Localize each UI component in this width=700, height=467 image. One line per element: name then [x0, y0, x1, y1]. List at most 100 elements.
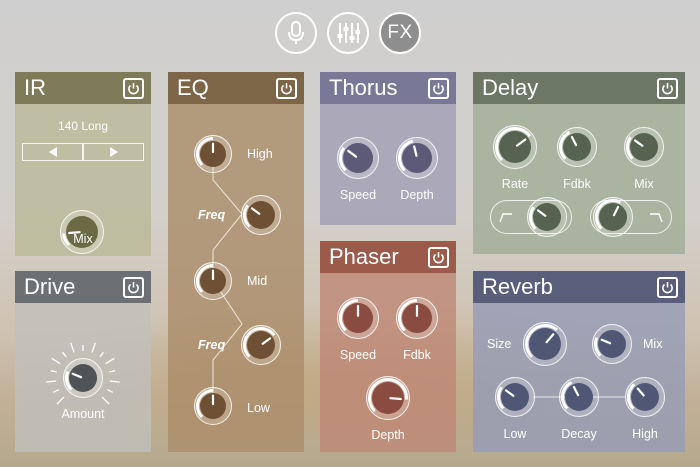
drive-tick — [50, 370, 57, 373]
eq-title: EQ — [177, 75, 209, 100]
knob-graphic — [523, 322, 567, 366]
knob-graphic — [527, 197, 567, 237]
thorus-body: Speed Depth — [320, 104, 456, 225]
thorus-depth-knob[interactable] — [396, 137, 438, 179]
drive-header: Drive — [15, 271, 151, 303]
phaser-panel: Phaser Speed Fdbk Depth — [320, 241, 456, 452]
delay-mix-label: Mix — [634, 177, 654, 191]
reverb-size-label: Size — [487, 337, 512, 351]
knob-body — [247, 331, 275, 359]
knob-body — [247, 201, 275, 229]
drive-tick — [61, 351, 67, 358]
phaser-speed-knob[interactable] — [337, 297, 379, 339]
eq-high-label: High — [247, 147, 273, 161]
knob-graphic — [624, 127, 664, 167]
eq-low-knob[interactable] — [194, 387, 232, 425]
eq-power-button[interactable] — [276, 78, 297, 99]
reverb-mix-knob[interactable] — [592, 324, 632, 364]
drive-power-button[interactable] — [123, 277, 144, 298]
delay-mix-knob[interactable] — [624, 127, 664, 167]
phaser-speed-label: Speed — [339, 348, 377, 362]
ir-panel: IR 140 Long Mix — [15, 72, 151, 256]
knob-graphic — [557, 127, 597, 167]
knob-body — [599, 203, 627, 231]
knob-graphic — [337, 137, 379, 179]
knob-body — [598, 330, 626, 358]
drive-panel: Drive Amount — [15, 271, 151, 452]
eq-low-label: Low — [247, 401, 270, 415]
drive-tick — [99, 351, 105, 358]
reverb-low-knob[interactable] — [495, 377, 535, 417]
knob-graphic — [559, 377, 599, 417]
knob-graphic — [241, 325, 281, 365]
ir-prev-button[interactable] — [22, 143, 83, 161]
eq-connector-lines — [212, 154, 243, 394]
thorus-power-button[interactable] — [428, 78, 449, 99]
drive-tick — [109, 370, 116, 373]
eq-mid-knob[interactable] — [194, 262, 232, 300]
eq-freq-label-2: Freq — [198, 338, 226, 352]
knob-graphic — [396, 297, 438, 339]
knob-graphic — [396, 137, 438, 179]
drive-body: Amount — [15, 303, 151, 452]
delay-body: Rate Fdbk Mix — [473, 104, 685, 254]
drive-tick — [109, 380, 120, 383]
phaser-fdbk-knob[interactable] — [396, 297, 438, 339]
phaser-depth-knob[interactable] — [366, 376, 410, 420]
knob-body — [499, 131, 531, 163]
ir-next-button[interactable] — [83, 143, 144, 161]
delay-fdbk-knob[interactable] — [557, 127, 597, 167]
drive-tick — [107, 389, 114, 393]
phaser-fdbk-label: Fdbk — [403, 348, 431, 362]
knob-graphic — [194, 135, 232, 173]
microphone-icon — [288, 21, 304, 44]
knob-graphic — [194, 387, 232, 425]
eq-high-knob[interactable] — [194, 135, 232, 173]
knob-body — [631, 383, 659, 411]
delay-lowcut-knob[interactable] — [527, 197, 567, 237]
ir-body: 140 Long Mix — [15, 104, 151, 256]
eq-freq2-knob[interactable] — [241, 325, 281, 365]
knob-body — [630, 133, 658, 161]
phaser-power-button[interactable] — [428, 247, 449, 268]
phaser-depth-label: Depth — [371, 428, 405, 442]
knob-graphic — [593, 197, 633, 237]
delay-highcut-knob[interactable] — [593, 197, 633, 237]
power-icon — [662, 282, 673, 294]
microphone-button[interactable] — [275, 12, 317, 54]
drive-amount-knob[interactable] — [63, 358, 103, 398]
phaser-body: Speed Fdbk Depth — [320, 273, 456, 452]
ir-mix-label: Mix — [73, 232, 93, 246]
drive-tick — [70, 342, 75, 353]
reverb-title: Reverb — [482, 274, 553, 299]
reverb-high-label: High — [632, 427, 658, 441]
knob-graphic — [194, 262, 232, 300]
drive-title: Drive — [24, 274, 76, 299]
power-icon — [433, 83, 444, 95]
knob-graphic — [495, 377, 535, 417]
reverb-high-knob[interactable] — [625, 377, 665, 417]
fx-label: FX — [387, 22, 413, 43]
phaser-header: Phaser — [320, 241, 456, 273]
power-icon — [662, 83, 673, 95]
knob-graphic — [493, 125, 537, 169]
knob-body — [565, 383, 593, 411]
knob-body — [402, 143, 432, 173]
thorus-speed-knob[interactable] — [337, 137, 379, 179]
delay-rate-knob[interactable] — [493, 125, 537, 169]
reverb-power-button[interactable] — [657, 277, 678, 298]
knob-graphic — [625, 377, 665, 417]
high-cut-icon — [650, 213, 663, 223]
reverb-size-knob[interactable] — [523, 322, 567, 366]
fx-button[interactable]: FX — [379, 12, 421, 54]
eq-body: High Freq Mid Freq Low — [168, 104, 304, 452]
mixer-button[interactable] — [327, 12, 369, 54]
delay-power-button[interactable] — [657, 78, 678, 99]
thorus-speed-label: Speed — [339, 188, 377, 202]
delay-fdbk-label: Fdbk — [563, 177, 591, 191]
ir-power-button[interactable] — [123, 78, 144, 99]
reverb-decay-knob[interactable] — [559, 377, 599, 417]
eq-freq1-knob[interactable] — [241, 195, 281, 235]
knob-body — [69, 364, 97, 392]
eq-mid-label: Mid — [247, 274, 268, 288]
